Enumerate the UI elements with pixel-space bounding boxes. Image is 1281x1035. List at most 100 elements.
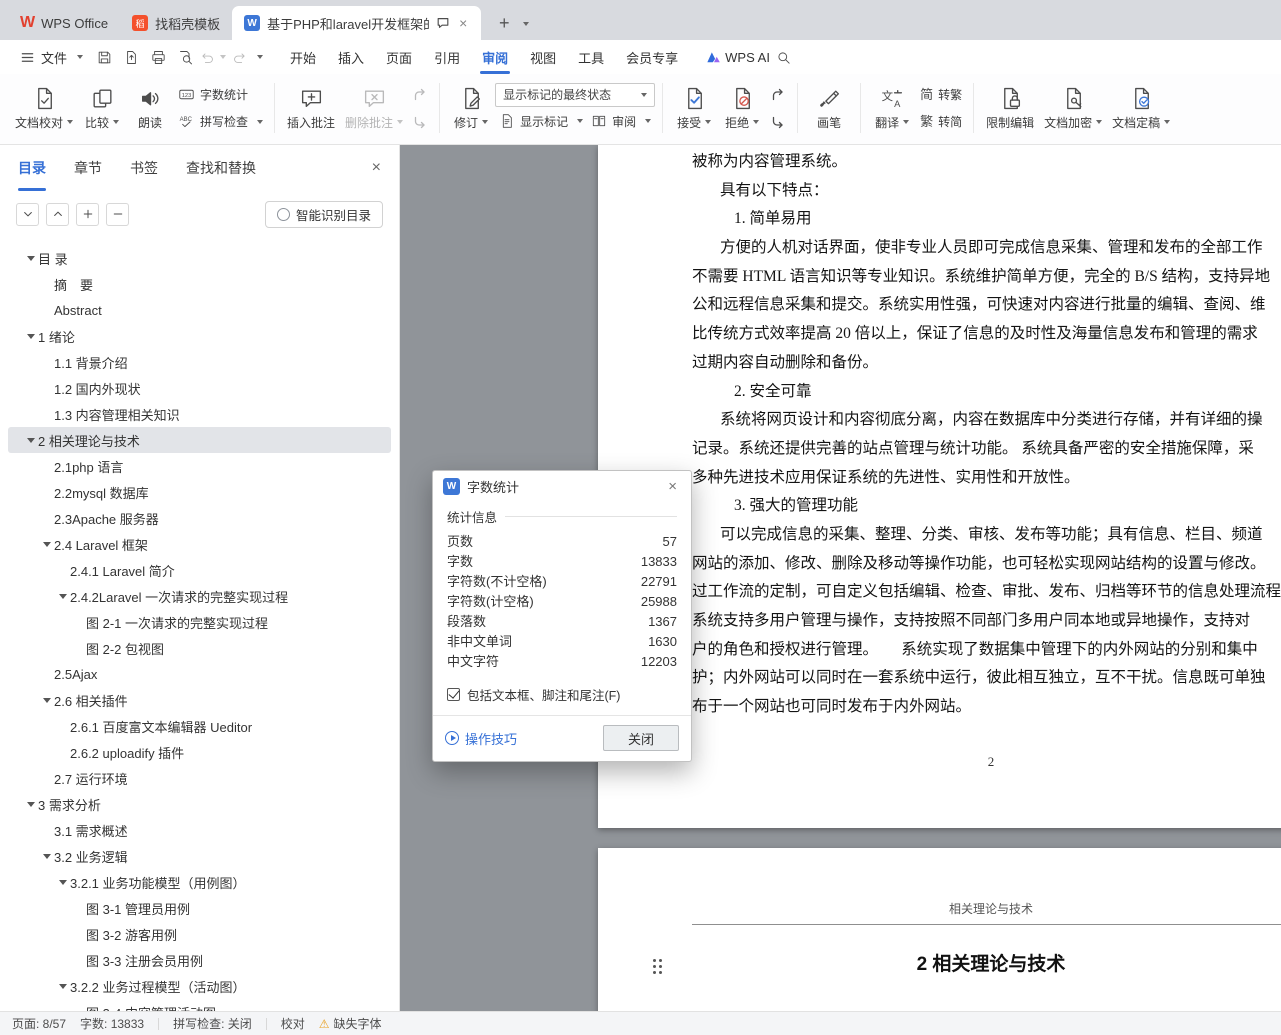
status-word-count[interactable]: 字数: 13833 bbox=[80, 1015, 144, 1032]
spell-check-button[interactable]: ABC 拼写检查 bbox=[174, 109, 267, 134]
previous-comment-button[interactable] bbox=[408, 82, 432, 107]
increase-level-button[interactable] bbox=[76, 202, 99, 226]
save-button[interactable] bbox=[91, 44, 118, 70]
menu-tab[interactable]: 开始 bbox=[279, 40, 327, 74]
toc-expand-icon[interactable] bbox=[24, 802, 38, 807]
decrease-level-button[interactable] bbox=[106, 202, 129, 226]
export-pdf-button[interactable] bbox=[118, 44, 145, 70]
toc-item[interactable]: 图 3-1 管理员用例 bbox=[8, 895, 391, 921]
toc-item[interactable]: 2.4.1 Laravel 简介 bbox=[8, 557, 391, 583]
toc-expand-icon[interactable] bbox=[24, 256, 38, 261]
toc-item[interactable]: 摘 要 bbox=[8, 271, 391, 297]
tab-list-chevron-icon[interactable] bbox=[523, 22, 530, 26]
show-markup-button[interactable]: 显示标记 bbox=[495, 109, 587, 134]
toc-expand-icon[interactable] bbox=[24, 438, 38, 443]
dialog-close-button[interactable]: 关闭 bbox=[603, 725, 679, 751]
restrict-editing-button[interactable]: 限制编辑 bbox=[981, 79, 1039, 137]
toc-item[interactable]: 2.6 相关插件 bbox=[8, 687, 391, 713]
menu-tab[interactable]: 工具 bbox=[567, 40, 615, 74]
sidebar-tab[interactable]: 章节 bbox=[74, 145, 102, 191]
print-preview-button[interactable] bbox=[172, 44, 199, 70]
menu-tab[interactable]: 引用 bbox=[423, 40, 471, 74]
toc-item[interactable]: 1 绪论 bbox=[8, 323, 391, 349]
document-tab[interactable]: W 基于PHP和laravel开发框架的 × bbox=[232, 6, 482, 40]
sidebar-tab[interactable]: 目录 bbox=[18, 145, 46, 191]
toc-expand-icon[interactable] bbox=[56, 594, 70, 599]
toc-expand-icon[interactable] bbox=[56, 880, 70, 885]
toc-expand-icon[interactable] bbox=[56, 984, 70, 989]
toc-item[interactable]: 图 2-2 包视图 bbox=[8, 635, 391, 661]
read-aloud-button[interactable]: 朗读 bbox=[126, 79, 174, 137]
sidebar-tab[interactable]: 查找和替换 bbox=[186, 145, 256, 191]
toc-item[interactable]: 2 相关理论与技术 bbox=[8, 427, 391, 453]
insert-comment-button[interactable]: 插入批注 bbox=[282, 79, 340, 137]
file-menu-button[interactable]: 文件 bbox=[12, 48, 91, 67]
sidebar-tab[interactable]: 书签 bbox=[130, 145, 158, 191]
toc-item[interactable]: 3.2.2 业务过程模型（活动图） bbox=[8, 973, 391, 999]
track-changes-button[interactable]: 修订 bbox=[447, 79, 495, 137]
collapse-all-button[interactable] bbox=[16, 202, 39, 226]
status-missing-font[interactable]: ⚠ 缺失字体 bbox=[319, 1015, 382, 1032]
menu-tab[interactable]: 页面 bbox=[375, 40, 423, 74]
word-count-button[interactable]: 123 字数统计 bbox=[174, 82, 267, 107]
proofread-button[interactable]: 文档校对 bbox=[10, 79, 78, 137]
accept-change-button[interactable]: 接受 bbox=[670, 79, 718, 137]
close-tab-icon[interactable]: × bbox=[457, 15, 469, 31]
menu-tab[interactable]: 插入 bbox=[327, 40, 375, 74]
paragraph-drag-handle[interactable] bbox=[653, 959, 656, 962]
document-area[interactable]: 被称为内容管理系统。 具有以下特点： 1. 简单易用 方便的人机对话界面，使非专业人员… bbox=[400, 145, 1281, 1011]
next-comment-button[interactable] bbox=[408, 109, 432, 134]
toc-item[interactable]: 目 录 bbox=[8, 245, 391, 271]
toc-item[interactable]: 2.6.2 uploadify 插件 bbox=[8, 739, 391, 765]
status-spell-check[interactable]: 拼写检查: 关闭 bbox=[173, 1015, 252, 1032]
new-tab-button[interactable]: + bbox=[491, 10, 517, 36]
toc-item[interactable]: 3.1 需求概述 bbox=[8, 817, 391, 843]
toc-item[interactable]: 2.4 Laravel 框架 bbox=[8, 531, 391, 557]
menu-tab[interactable]: 审阅 bbox=[471, 40, 519, 74]
redo-button[interactable] bbox=[226, 44, 253, 70]
toc-item[interactable]: 图 3-4 内容管理活动图 bbox=[8, 999, 391, 1012]
toc-item[interactable]: 3.2 业务逻辑 bbox=[8, 843, 391, 869]
toc-item[interactable]: 1.2 国内外现状 bbox=[8, 375, 391, 401]
toc-item[interactable]: 3.2.1 业务功能模型（用例图） bbox=[8, 869, 391, 895]
translate-button[interactable]: 文A 翻译 bbox=[868, 79, 916, 137]
to-simplified-button[interactable]: 繁 转简 bbox=[916, 109, 966, 134]
toc-item[interactable]: 2.3Apache 服务器 bbox=[8, 505, 391, 531]
highlighter-button[interactable]: 画笔 bbox=[805, 79, 853, 137]
toc-item[interactable]: 3 需求分析 bbox=[8, 791, 391, 817]
toc-item[interactable]: 1.1 背景介绍 bbox=[8, 349, 391, 375]
toc-expand-icon[interactable] bbox=[40, 854, 54, 859]
toc-item[interactable]: 1.3 内容管理相关知识 bbox=[8, 401, 391, 427]
status-proofread[interactable]: 校对 bbox=[281, 1015, 305, 1032]
tips-link[interactable]: 操作技巧 bbox=[445, 729, 517, 748]
wps-ai-button[interactable]: WPS AI bbox=[705, 50, 770, 65]
toc-item[interactable]: 图 2-1 一次请求的完整实现过程 bbox=[8, 609, 391, 635]
search-button[interactable] bbox=[770, 44, 797, 70]
encrypt-document-button[interactable]: 文档加密 bbox=[1039, 79, 1107, 137]
to-traditional-button[interactable]: 简 转繁 bbox=[916, 82, 966, 107]
dialog-close-icon[interactable]: × bbox=[664, 477, 681, 496]
close-sidebar-icon[interactable]: × bbox=[372, 159, 381, 177]
toc-item[interactable]: 2.6.1 百度富文本编辑器 Ueditor bbox=[8, 713, 391, 739]
include-footnotes-row[interactable]: 包括文本框、脚注和尾注(F) bbox=[447, 685, 677, 704]
toc-item[interactable]: 2.7 运行环境 bbox=[8, 765, 391, 791]
document-page-2[interactable]: 相关理论与技术 2 相关理论与技术 bbox=[598, 848, 1281, 1011]
include-footnotes-checkbox[interactable] bbox=[447, 688, 460, 701]
toc-expand-icon[interactable] bbox=[40, 542, 54, 547]
next-change-button[interactable] bbox=[766, 109, 790, 134]
dialog-title-bar[interactable]: W 字数统计 × bbox=[433, 471, 691, 502]
previous-change-button[interactable] bbox=[766, 82, 790, 107]
app-home-tab[interactable]: W WPS Office bbox=[8, 6, 120, 40]
toc-expand-icon[interactable] bbox=[24, 334, 38, 339]
quick-access-chevron-icon[interactable] bbox=[257, 55, 264, 59]
toc-item[interactable]: 2.2mysql 数据库 bbox=[8, 479, 391, 505]
review-pane-button[interactable]: 审阅 bbox=[587, 109, 655, 134]
toc-item[interactable]: 图 3-2 游客用例 bbox=[8, 921, 391, 947]
docer-template-tab[interactable]: 稻 找稻壳模板 bbox=[120, 6, 232, 40]
toc-item[interactable]: 2.5Ajax bbox=[8, 661, 391, 687]
print-button[interactable] bbox=[145, 44, 172, 70]
reject-change-button[interactable]: 拒绝 bbox=[718, 79, 766, 137]
toc-item[interactable]: 图 3-3 注册会员用例 bbox=[8, 947, 391, 973]
menu-tab[interactable]: 会员专享 bbox=[615, 40, 689, 74]
markup-state-select[interactable]: 显示标记的最终状态 bbox=[495, 82, 656, 107]
